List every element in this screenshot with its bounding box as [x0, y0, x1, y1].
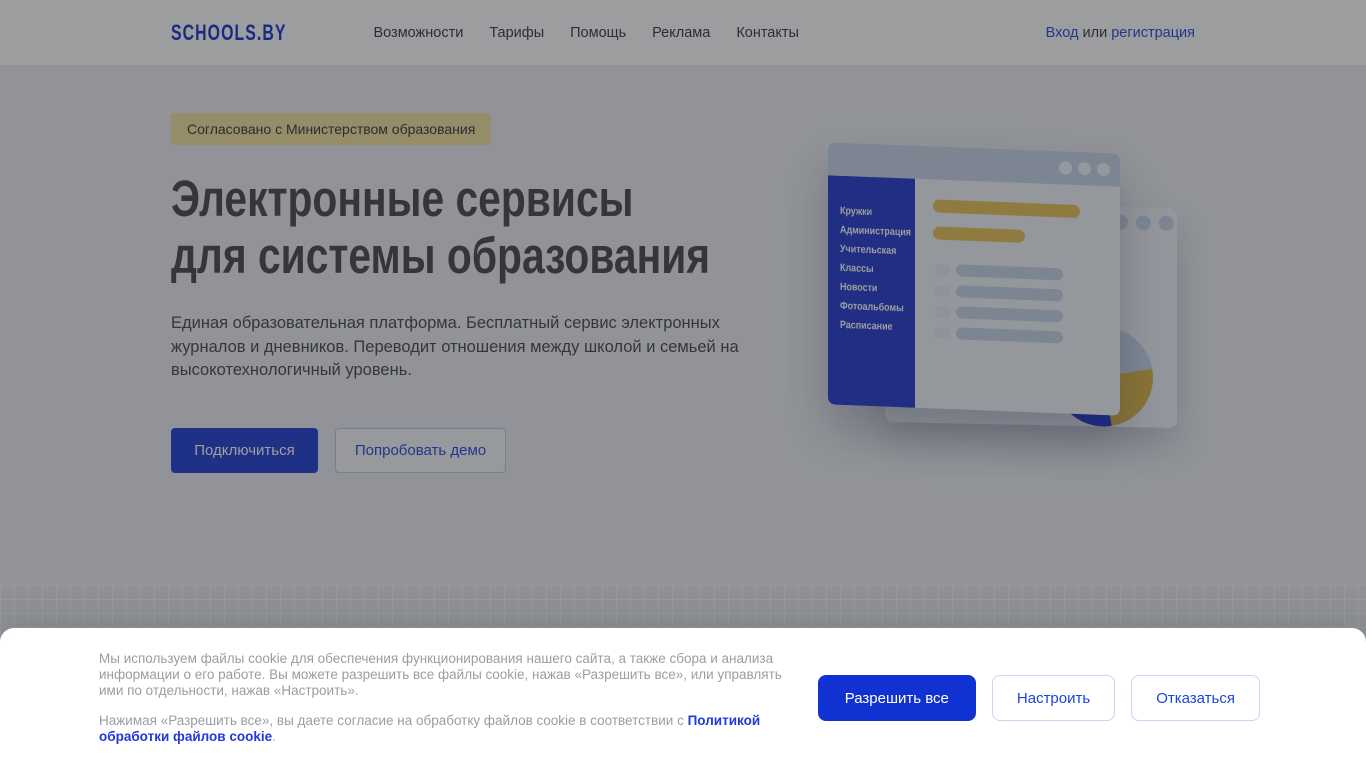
cookie-text: Мы используем файлы cookie для обеспечен…: [99, 651, 805, 745]
configure-cookies-button[interactable]: Настроить: [991, 675, 1116, 721]
cookie-buttons: Разрешить все Настроить Отказаться: [817, 675, 1260, 721]
cookie-paragraph-2: Нажимая «Разрешить все», вы даете соглас…: [99, 713, 805, 745]
cookie-consent-banner: Мы используем файлы cookie для обеспечен…: [0, 628, 1366, 768]
cookie-paragraph-2-period: .: [272, 729, 276, 744]
decline-cookies-button[interactable]: Отказаться: [1131, 675, 1260, 721]
allow-all-cookies-button[interactable]: Разрешить все: [817, 675, 976, 721]
cookie-paragraph-2-text: Нажимая «Разрешить все», вы даете соглас…: [99, 713, 688, 728]
cookie-paragraph-1: Мы используем файлы cookie для обеспечен…: [99, 651, 782, 698]
